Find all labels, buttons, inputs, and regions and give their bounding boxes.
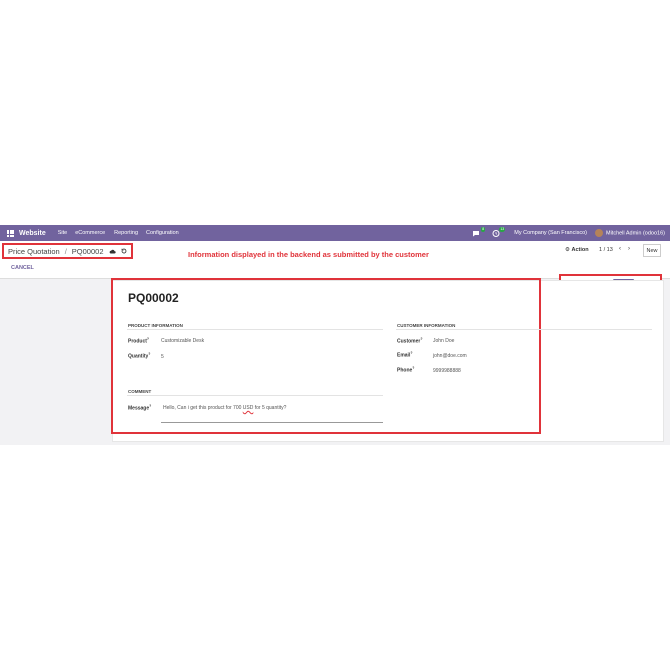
discard-icon[interactable]	[121, 247, 127, 256]
action-label: Action	[571, 247, 589, 253]
app-name[interactable]: Website	[19, 230, 46, 237]
gear-icon: ⚙	[565, 247, 570, 253]
customer-value[interactable]: John Doe	[433, 338, 454, 344]
product-value[interactable]: Customizable Desk	[161, 338, 204, 344]
help-mark: ?	[412, 366, 415, 370]
customer-section-title: CUSTOMER INFORMATION	[397, 323, 456, 328]
breadcrumb-current: PQ00002	[71, 246, 104, 256]
pager-next-button[interactable]: ›	[628, 246, 630, 252]
odoo-app: Website Site eCommerce Reporting Configu…	[0, 225, 670, 445]
menu-reporting[interactable]: Reporting	[114, 230, 138, 236]
help-mark: ?	[148, 352, 151, 356]
apps-grid-icon[interactable]	[7, 229, 14, 237]
record-title: PQ00002	[128, 291, 179, 305]
top-navbar: Website Site eCommerce Reporting Configu…	[0, 225, 670, 241]
pager-value[interactable]: 1 / 13	[599, 247, 613, 253]
product-section-title: PRODUCT INFORMATION	[128, 323, 183, 328]
cancel-button[interactable]: CANCEL	[11, 265, 34, 271]
customer-label: Customer?	[397, 337, 423, 345]
quantity-label: Quantity?	[128, 352, 151, 360]
messages-icon[interactable]: 8	[472, 226, 486, 237]
comment-section-title: COMMENT	[128, 389, 152, 394]
menu-configuration[interactable]: Configuration	[146, 230, 179, 236]
activity-badge: 13	[499, 226, 506, 232]
control-panel: Price Quotation / PQ00002 Information di…	[0, 241, 670, 292]
new-button[interactable]: New	[643, 244, 661, 257]
annotation-text: Information displayed in the backend as …	[188, 250, 429, 259]
help-mark: ?	[146, 337, 150, 341]
help-mark: ?	[410, 351, 413, 355]
pager-previous-button[interactable]: ‹	[619, 246, 621, 252]
email-label: Email?	[397, 351, 413, 359]
help-mark: ?	[149, 404, 152, 408]
email-value[interactable]: john@doe.com	[433, 353, 467, 359]
message-field-underline	[161, 422, 383, 423]
user-avatar	[594, 229, 603, 237]
user-name: Mitchell Admin (odoo16)	[605, 230, 665, 237]
customer-section-divider	[396, 329, 652, 330]
phone-value[interactable]: 9999988888	[433, 368, 461, 374]
comment-section-divider	[127, 395, 383, 396]
breadcrumb: Price Quotation / PQ00002	[2, 243, 133, 259]
product-label: Product?	[128, 337, 150, 345]
message-label: Message?	[128, 404, 152, 412]
breadcrumb-parent[interactable]: Price Quotation	[8, 247, 60, 256]
action-menu[interactable]: ⚙ Action	[565, 247, 589, 253]
company-switcher[interactable]: My Company (San Francisco)	[514, 230, 587, 236]
menu-ecommerce[interactable]: eCommerce	[75, 230, 105, 236]
help-mark: ?	[420, 337, 423, 341]
user-menu[interactable]: Mitchell Admin (odoo16)	[594, 229, 665, 237]
message-value[interactable]: Hello, Can i get this product for 700 US…	[163, 405, 286, 411]
quantity-value[interactable]: 5	[161, 354, 164, 360]
save-cloud-icon[interactable]	[109, 247, 116, 256]
product-section-divider	[127, 329, 383, 330]
phone-label: Phone?	[397, 366, 415, 374]
breadcrumb-separator: /	[64, 246, 67, 256]
menu-site[interactable]: Site	[58, 230, 67, 236]
activity-clock-icon[interactable]: 13	[492, 226, 506, 237]
messages-badge: 8	[481, 226, 486, 232]
